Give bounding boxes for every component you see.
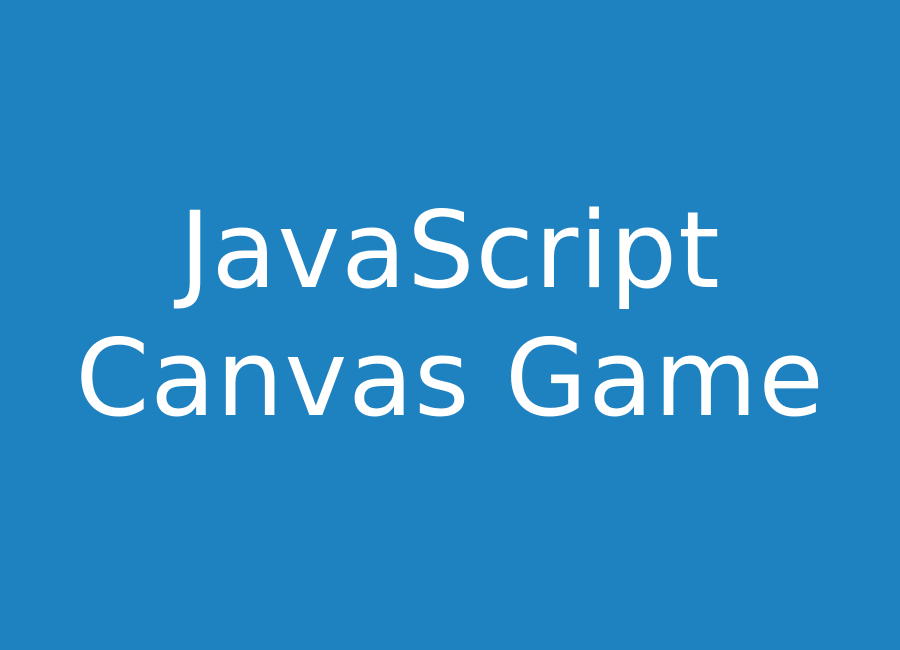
title-line-1: JavaScript bbox=[179, 189, 721, 312]
title-line-2: Canvas Game bbox=[75, 317, 825, 440]
title-card: JavaScript Canvas Game bbox=[0, 0, 900, 650]
title-text: JavaScript Canvas Game bbox=[0, 187, 900, 443]
